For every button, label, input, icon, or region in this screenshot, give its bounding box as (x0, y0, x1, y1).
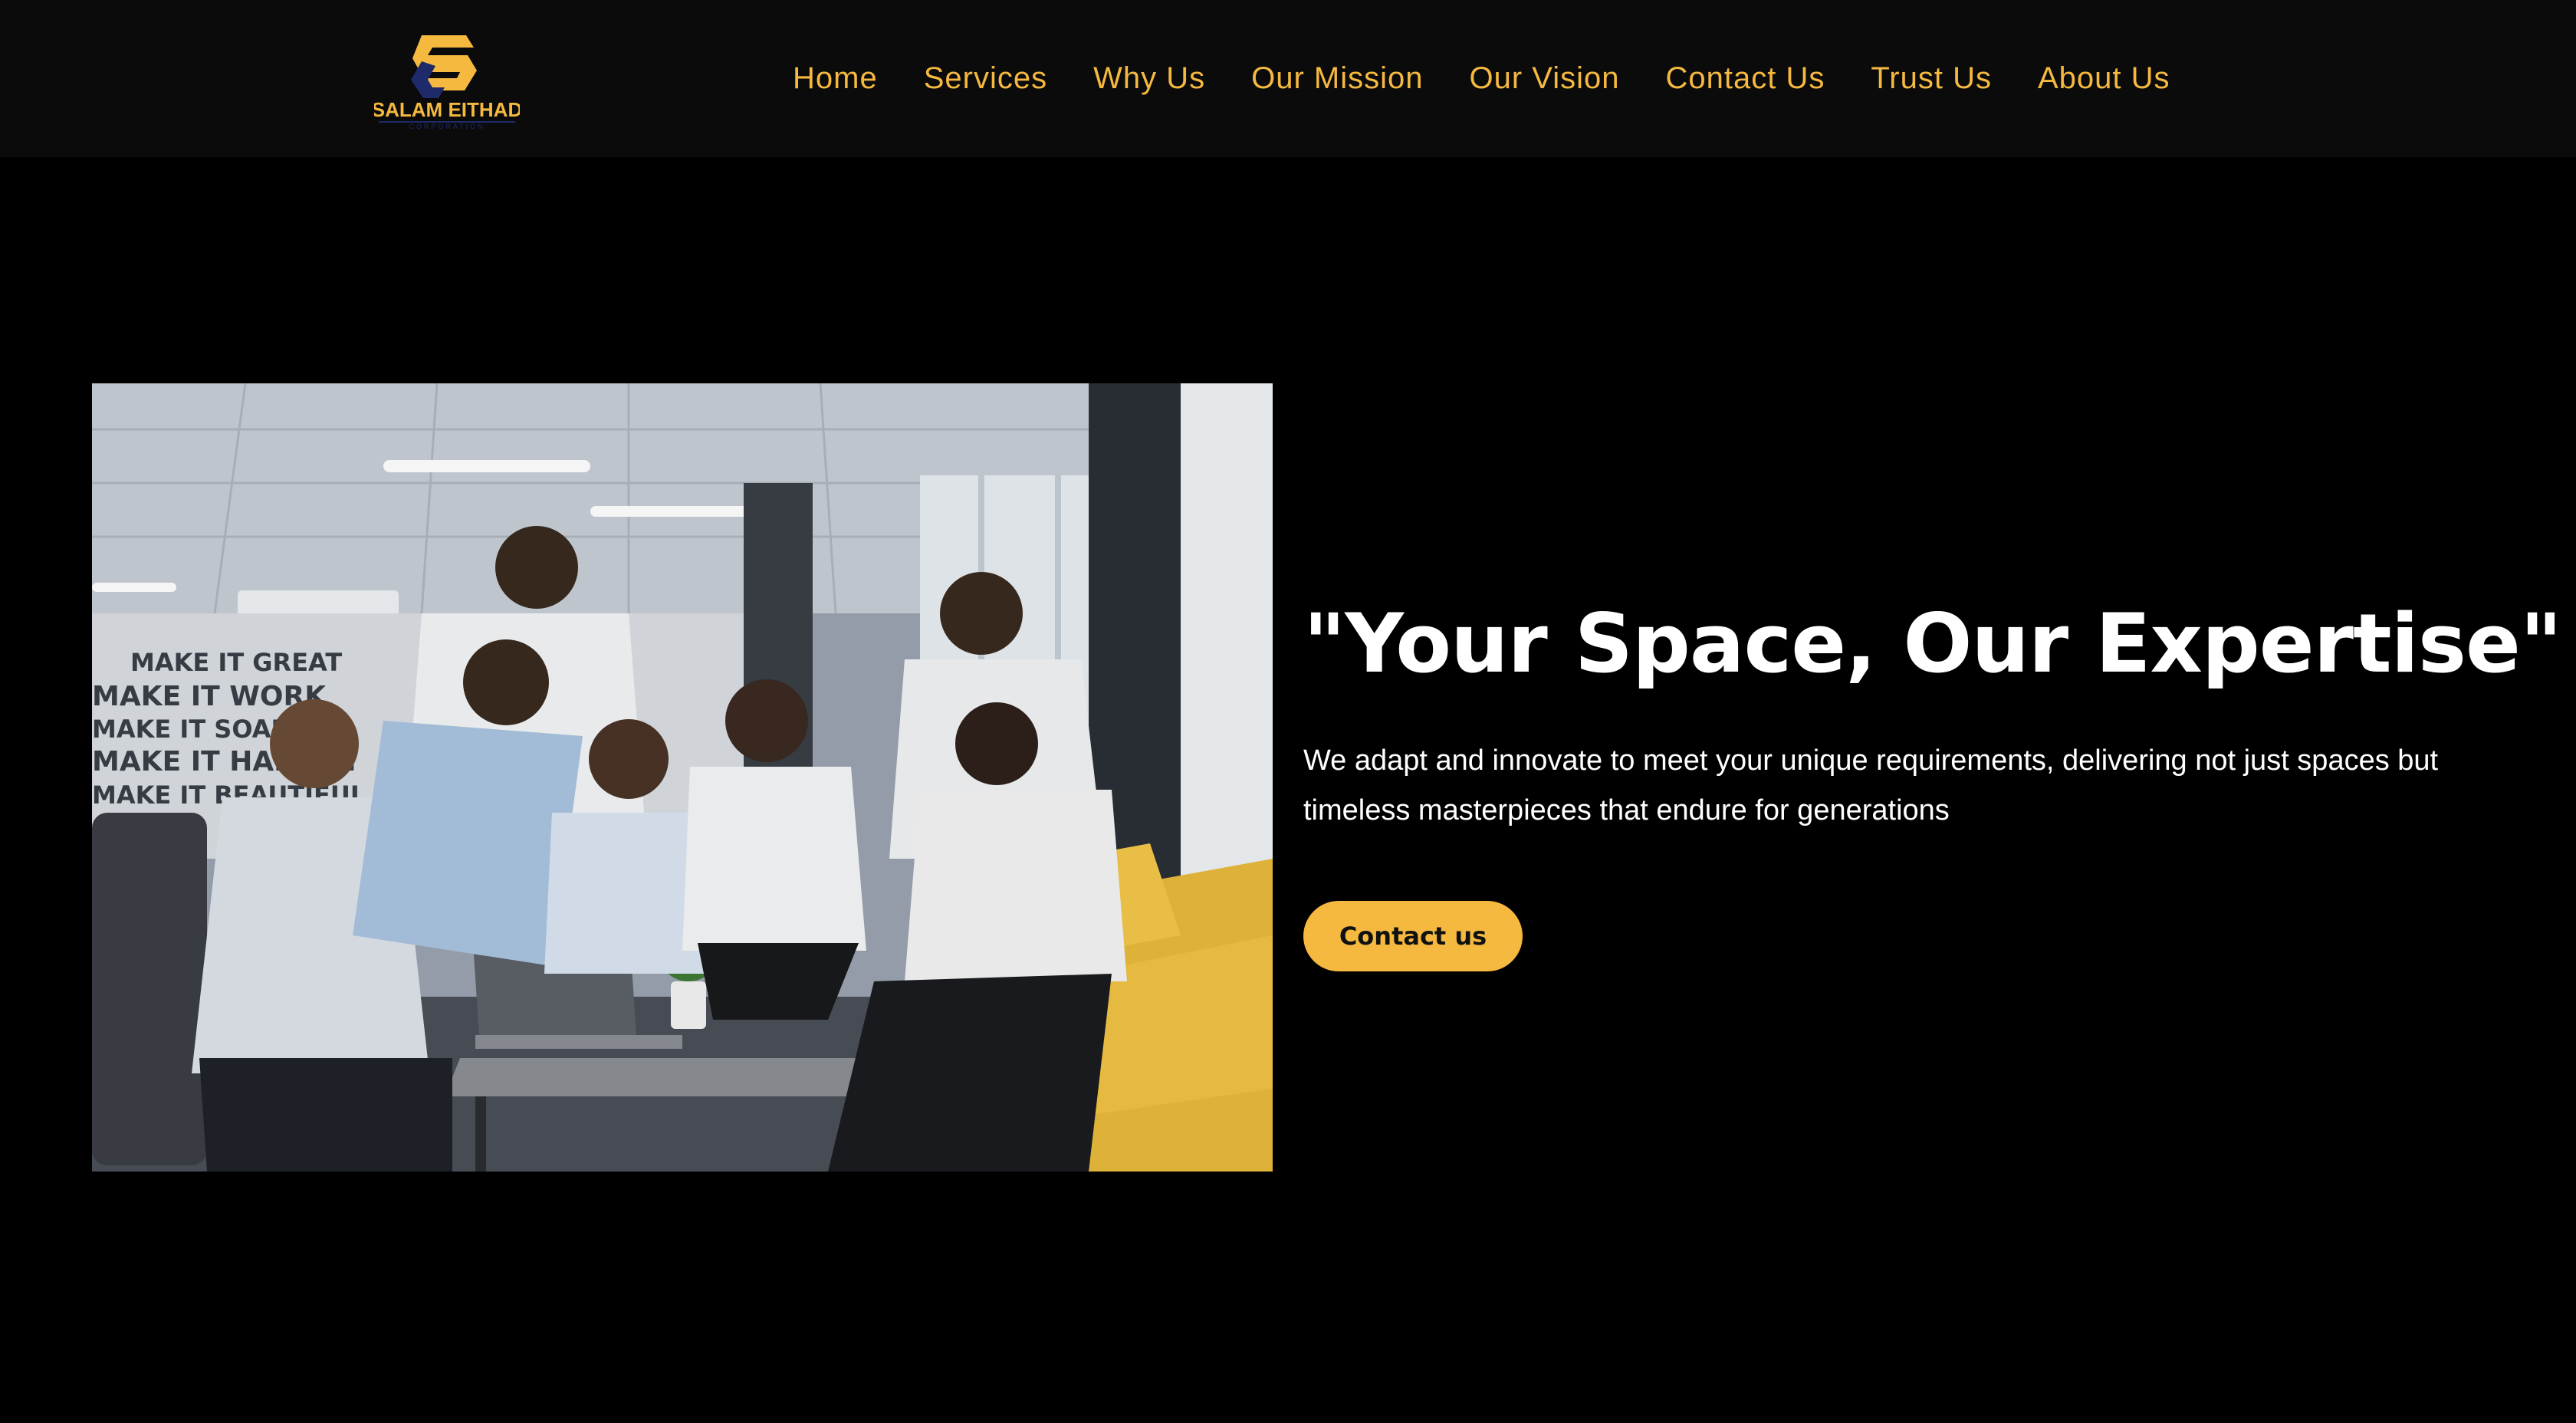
site-header: SALAM EITHAD CORPORATION Home Services W… (0, 0, 2576, 157)
nav-item-contact-us: Contact Us (1666, 61, 1825, 96)
site-logo[interactable]: SALAM EITHAD CORPORATION (374, 26, 520, 130)
hero-team-photo: MAKE IT GREAT MAKE IT WORK MAKE IT SOAR … (92, 383, 1273, 1172)
nav-item-trust-us: Trust Us (1871, 61, 1992, 96)
nav-link-our-vision[interactable]: Our Vision (1469, 61, 1619, 95)
contact-us-button[interactable]: Contact us (1303, 901, 1523, 971)
logo-wordmark: SALAM EITHAD (374, 98, 520, 121)
nav-link-home[interactable]: Home (793, 61, 878, 95)
hero-content: "Your Space, Our Expertise" We adapt and… (1303, 590, 2562, 971)
nav-link-about-us[interactable]: About Us (2038, 61, 2170, 95)
salam-eithad-logo-icon: SALAM EITHAD CORPORATION (374, 35, 520, 130)
main-navigation: Home Services Why Us Our Mission Our Vis… (793, 0, 2170, 157)
nav-item-about-us: About Us (2038, 61, 2170, 96)
hero-headline: "Your Space, Our Expertise" (1303, 596, 2562, 691)
nav-item-home: Home (793, 61, 878, 96)
nav-item-our-vision: Our Vision (1469, 61, 1619, 96)
nav-link-contact-us[interactable]: Contact Us (1666, 61, 1825, 95)
nav-item-why-us: Why Us (1093, 61, 1205, 96)
logo-tagline: CORPORATION (409, 123, 485, 130)
nav-item-services: Services (924, 61, 1047, 96)
nav-link-our-mission[interactable]: Our Mission (1251, 61, 1423, 95)
nav-link-trust-us[interactable]: Trust Us (1871, 61, 1992, 95)
nav-link-why-us[interactable]: Why Us (1093, 61, 1205, 95)
hero-description: We adapt and innovate to meet your uniqu… (1303, 744, 2439, 827)
nav-link-services[interactable]: Services (924, 61, 1047, 95)
nav-item-our-mission: Our Mission (1251, 61, 1423, 96)
